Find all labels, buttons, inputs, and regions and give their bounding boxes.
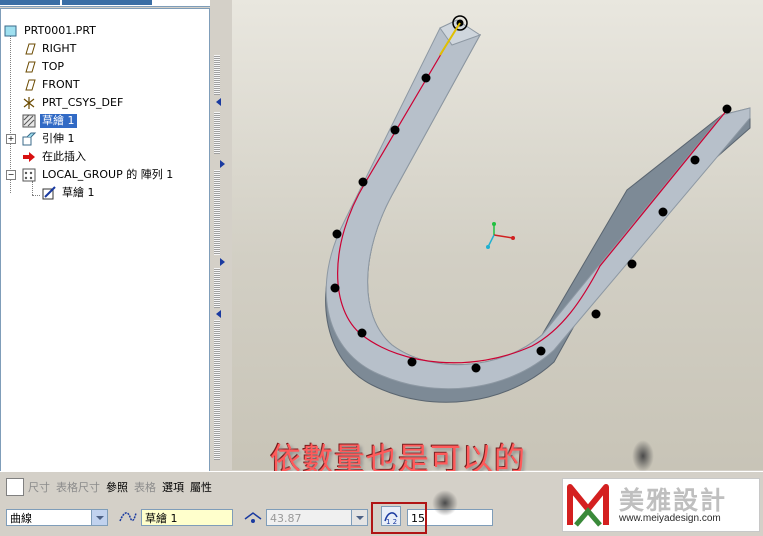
- expand-toggle[interactable]: +: [6, 134, 16, 144]
- tab-references[interactable]: 參照: [106, 479, 128, 495]
- tree-connector: [32, 181, 33, 195]
- tree-item-csys[interactable]: PRT_CSYS_DEF: [21, 95, 125, 111]
- tree-item-part[interactable]: PRT0001.PRT: [3, 23, 98, 39]
- collapse-toggle[interactable]: −: [6, 170, 16, 180]
- datum-plane-icon: [21, 42, 37, 56]
- expand-right-icon[interactable]: [220, 160, 225, 168]
- tree-item-insert-here[interactable]: 在此插入: [21, 149, 88, 165]
- pattern-icon: [21, 168, 37, 182]
- dashboard-tabs: 尺寸 表格尺寸 參照 表格 選項 屬性: [0, 476, 218, 498]
- curve-reference-icon[interactable]: [118, 507, 138, 527]
- blur-artifact: [432, 490, 458, 516]
- insert-here-arrow-icon: [21, 150, 37, 164]
- brand-url: www.meiyadesign.com: [619, 513, 721, 524]
- tab-tables[interactable]: 表格: [134, 479, 156, 495]
- tab-table-dimensions[interactable]: 表格尺寸: [56, 479, 100, 495]
- navigator-tab[interactable]: [0, 0, 60, 5]
- tree-item-pattern-sketch[interactable]: 草繪 1: [41, 185, 97, 201]
- watermark-logo: 美雅設計 www.meiyadesign.com: [562, 478, 760, 532]
- highlight-box: [371, 502, 427, 534]
- tab-options[interactable]: 選項: [162, 479, 184, 495]
- collapse-left-icon[interactable]: [216, 98, 221, 106]
- datum-plane-icon: [21, 78, 37, 92]
- tab-dimensions[interactable]: 尺寸: [28, 479, 50, 495]
- pattern-points: [330, 73, 732, 373]
- reference-curve-field[interactable]: 草繪 1: [141, 509, 233, 526]
- tree-item-extrude[interactable]: 引伸 1: [21, 131, 77, 147]
- datum-plane-icon: [21, 60, 37, 74]
- expand-right-icon[interactable]: [220, 258, 225, 266]
- tree-item-sketch[interactable]: 草繪 1: [21, 113, 77, 129]
- brand-name: 美雅設計: [619, 486, 728, 515]
- graphics-viewport[interactable]: [232, 0, 763, 470]
- tree-item-pattern[interactable]: LOCAL_GROUP 的 陣列 1: [21, 167, 175, 183]
- model-3d-view[interactable]: [232, 0, 763, 470]
- model-tree: PRT0001.PRT RIGHT TOP FRONT PRT_CSYS_DEF…: [0, 8, 210, 472]
- sash-grip[interactable]: [214, 268, 220, 308]
- tree-item-front[interactable]: FRONT: [21, 77, 82, 93]
- chevron-down-icon[interactable]: [91, 510, 107, 525]
- pattern-type-select[interactable]: 曲線: [6, 509, 108, 526]
- spacing-select[interactable]: 43.87: [266, 509, 368, 526]
- navigator-tab[interactable]: [62, 0, 152, 5]
- tree-item-top[interactable]: TOP: [21, 59, 66, 75]
- part-icon: [3, 24, 19, 38]
- view-triad: [486, 222, 515, 249]
- sketch-icon: [21, 114, 37, 128]
- coordinate-system-icon: [21, 96, 37, 110]
- dashboard-menu-icon[interactable]: [6, 478, 24, 496]
- blur-artifact: [632, 440, 654, 472]
- tab-properties[interactable]: 屬性: [190, 479, 212, 495]
- chevron-down-icon[interactable]: [351, 510, 367, 525]
- tree-item-right[interactable]: RIGHT: [21, 41, 78, 57]
- navigator-tabs-strip: [0, 0, 210, 7]
- spacing-icon[interactable]: [243, 507, 263, 527]
- sash-grip[interactable]: [214, 112, 220, 154]
- collapse-left-icon[interactable]: [216, 310, 221, 318]
- sash-grip[interactable]: [214, 55, 220, 95]
- tree-connector: [10, 33, 11, 193]
- sketch-icon: [41, 186, 57, 200]
- sash-grip[interactable]: [214, 170, 220, 255]
- extrude-icon: [21, 132, 37, 146]
- tree-connector: [32, 195, 40, 196]
- brand-logo-icon: [567, 484, 609, 527]
- sash-grip[interactable]: [214, 320, 220, 460]
- panel-sash[interactable]: [210, 0, 232, 470]
